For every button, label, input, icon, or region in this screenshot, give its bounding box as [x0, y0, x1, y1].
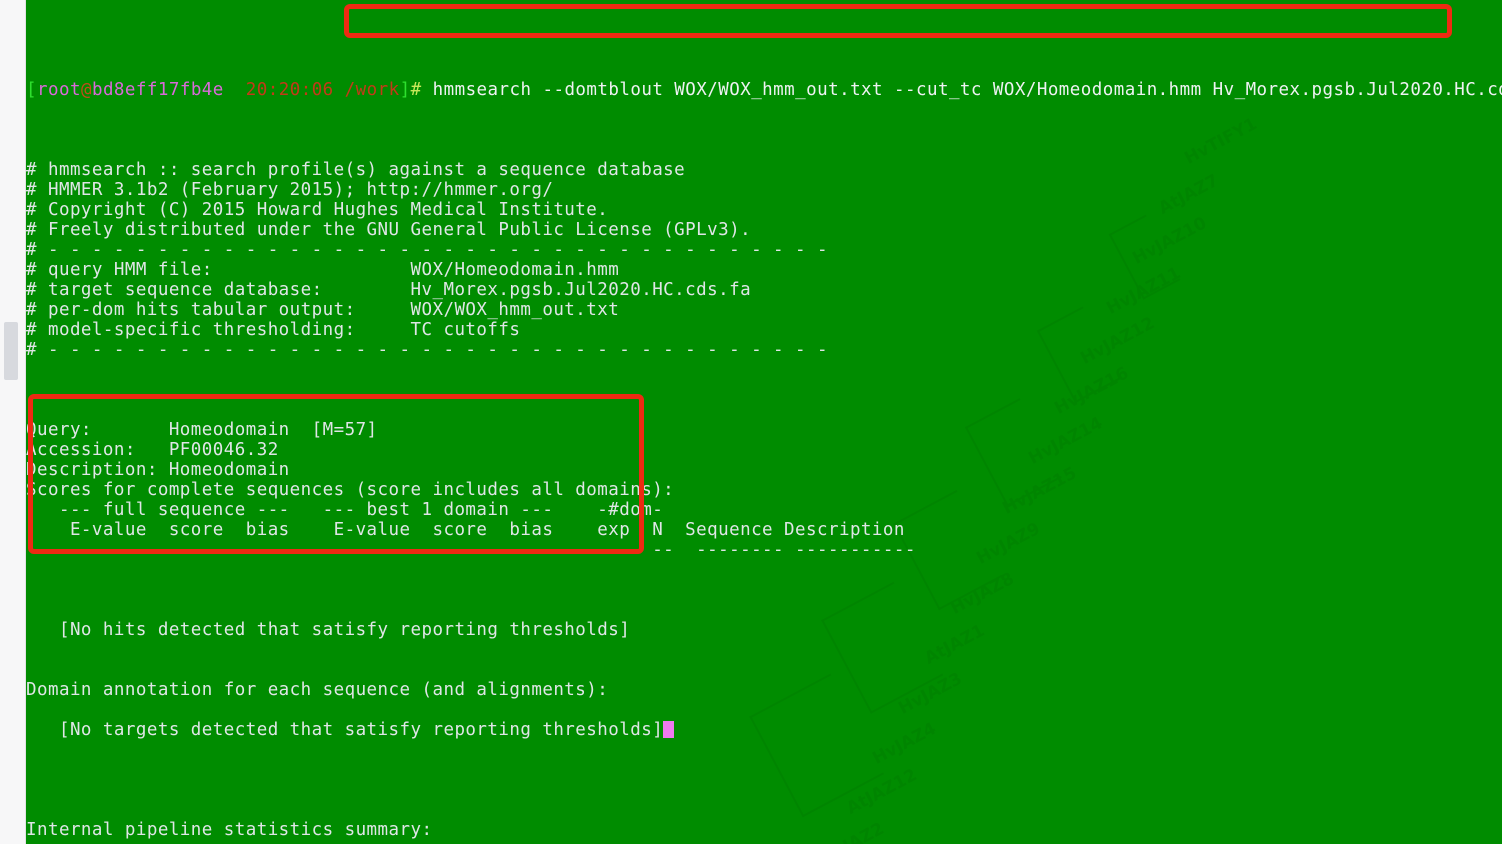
- query-line-6: ------- ------ ----- ------- ------ ----…: [26, 540, 916, 560]
- screenshot-root: HvTIFY1 AtJAZ7 HvJAZ10 HvJAZ11 HvJAZ12 HvJAZ1…: [0, 0, 1502, 844]
- query-line-5: E-value score bias E-value score bias ex…: [26, 520, 905, 540]
- stats-line-2: Internal pipeline statistics summary:: [26, 820, 433, 840]
- query-line-4: --- full sequence --- --- best 1 domain …: [26, 500, 664, 520]
- prompt-line: [root@bd8eff17fb4e 20:20:06 /work]# hmms…: [26, 80, 1502, 100]
- output-line-7: # per-dom hits tabular output: WOX/WOX_h…: [26, 300, 620, 320]
- nohits-line-0: [26, 600, 1502, 620]
- prompt-bracket-open: [: [26, 80, 37, 100]
- nohits-line-2: [26, 640, 1502, 660]
- output-line-3: # Freely distributed under the GNU Gener…: [26, 220, 752, 240]
- prompt-time: 20:20:06: [245, 80, 334, 100]
- hmmsearch-query-block: Query: Homeodomain [M=57] Accession: PF00…: [26, 420, 1502, 560]
- prompt-host: bd8eff17fb4e: [91, 80, 224, 100]
- prompt-at-symbol: @: [80, 80, 92, 100]
- prompt-user: root: [37, 80, 81, 100]
- output-line-1: # HMMER 3.1b2 (February 2015); http://hm…: [26, 180, 554, 200]
- terminal-window[interactable]: HvTIFY1 AtJAZ7 HvJAZ10 HvJAZ11 HvJAZ12 HvJAZ1…: [26, 0, 1502, 844]
- query-line-2: Description: Homeodomain: [26, 460, 290, 480]
- query-line-1: Accession: PF00046.32: [26, 440, 279, 460]
- hmmsearch-header-block: # hmmsearch :: search profile(s) against…: [26, 160, 1502, 380]
- stats-line-0: [26, 780, 1502, 800]
- nohits-line-3: [26, 660, 1502, 680]
- query-line-3: Scores for complete sequences (score inc…: [26, 480, 675, 500]
- nohits-line-1: [No hits detected that satisfy reporting…: [26, 620, 631, 640]
- text-cursor: [663, 721, 675, 738]
- hmmsearch-statistics-block: Internal pipeline statistics summary:---…: [26, 780, 1502, 844]
- window-left-gutter: [0, 0, 26, 844]
- nohits-line-6: [No targets detected that satisfy report…: [26, 720, 1502, 740]
- output-line-8: # model-specific thresholding: TC cutoff…: [26, 320, 521, 340]
- stats-line-3: -------------------------------------: [26, 840, 1502, 844]
- output-line-10: [26, 360, 1502, 380]
- output-line-4: # - - - - - - - - - - - - - - - - - - - …: [26, 240, 828, 260]
- nohits-line-5: [26, 700, 1502, 720]
- output-line-0: # hmmsearch :: search profile(s) against…: [26, 160, 686, 180]
- output-line-5: # query HMM file: WOX/Homeodomain.hmm: [26, 260, 620, 280]
- prompt-bracket-close: ]: [399, 80, 411, 100]
- query-line-0: Query: Homeodomain [M=57]: [26, 420, 378, 440]
- prompt-sigil: #: [410, 80, 422, 100]
- command-input[interactable]: hmmsearch --domtblout WOX/WOX_hmm_out.tx…: [433, 80, 1502, 100]
- output-line-6: # target sequence database: Hv_Morex.pgs…: [26, 280, 752, 300]
- vertical-scrollbar-track[interactable]: [4, 0, 18, 844]
- vertical-scrollbar-thumb[interactable]: [4, 322, 18, 380]
- hmmsearch-no-hits-block: [No hits detected that satisfy reporting…: [26, 600, 1502, 740]
- prompt-cwd: /work: [344, 80, 400, 100]
- output-line-2: # Copyright (C) 2015 Howard Hughes Medic…: [26, 200, 609, 220]
- terminal-screen: [root@bd8eff17fb4e 20:20:06 /work]# hmms…: [26, 0, 1502, 844]
- output-line-9: # - - - - - - - - - - - - - - - - - - - …: [26, 340, 828, 360]
- stats-line-1: [26, 800, 1502, 820]
- nohits-line-4: Domain annotation for each sequence (and…: [26, 680, 609, 700]
